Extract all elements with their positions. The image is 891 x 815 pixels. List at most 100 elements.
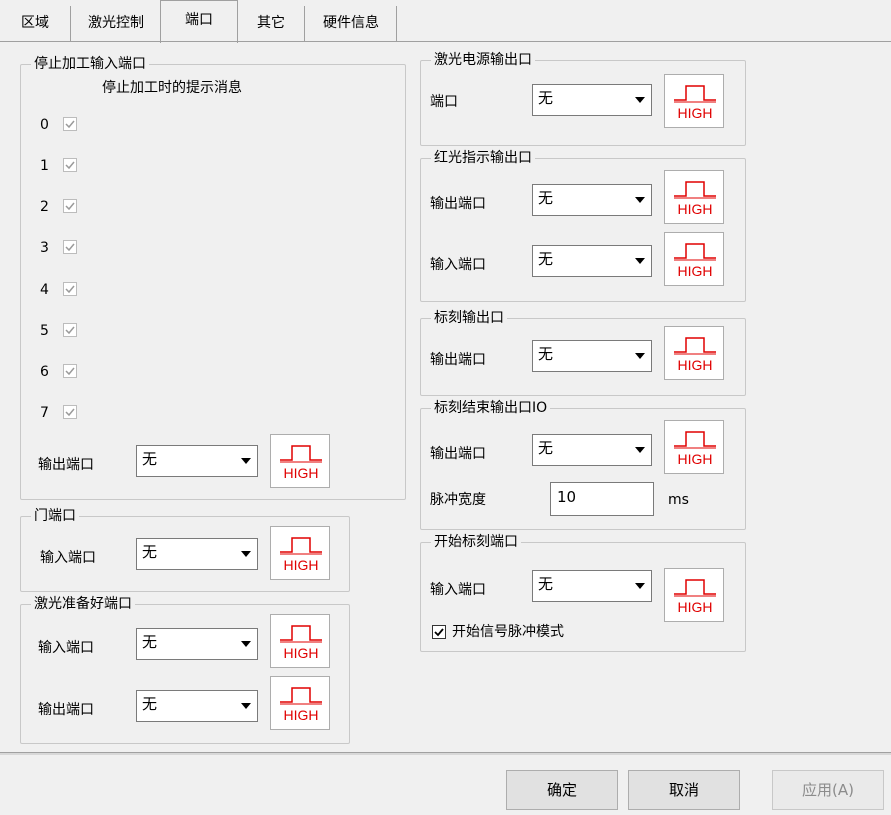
high-label: HIGH [284,645,319,661]
apply-button[interactable]: 应用(A) [772,770,884,810]
red-light-output-combo[interactable]: 无 [532,184,652,216]
chevron-down-icon [631,577,649,595]
door-title: 门端口 [31,506,79,526]
pulse-mode-checkbox[interactable] [432,625,446,639]
mark-output-combo[interactable]: 无 [532,340,652,372]
chevron-down-icon [631,347,649,365]
pulse-width-input[interactable]: 10 [550,482,654,516]
laser-ready-input-combo[interactable]: 无 [136,628,258,660]
laser-ready-output-high-button[interactable]: HIGH [270,676,330,730]
mark-output-high-button[interactable]: HIGH [664,326,724,380]
mark-output-label: 输出端口 [430,352,486,368]
high-signal-icon: HIGH [280,537,322,573]
laser-ready-input-high-button[interactable]: HIGH [270,614,330,668]
high-label: HIGH [678,263,713,279]
laser-power-port-combo[interactable]: 无 [532,84,652,116]
high-label: HIGH [678,357,713,373]
tab-hardware-info[interactable]: 硬件信息 [306,6,397,42]
stop-input-label-4: 4 [40,282,49,298]
stop-input-label-1: 1 [40,158,49,174]
stop-input-label-5: 5 [40,323,49,339]
high-signal-icon: HIGH [674,243,716,279]
tab-other[interactable]: 其它 [238,6,305,42]
chevron-down-icon [631,191,649,209]
tab-laser-control[interactable]: 激光控制 [72,6,161,42]
high-label: HIGH [284,707,319,723]
mark-start-input-combo[interactable]: 无 [532,570,652,602]
laser-ready-title: 激光准备好端口 [31,594,135,614]
cancel-button[interactable]: 取消 [628,770,740,810]
pulse-width-label: 脉冲宽度 [430,492,486,508]
stop-output-combo[interactable]: 无 [136,445,258,477]
stop-input-label-2: 2 [40,199,49,215]
laser-ready-output-combo[interactable]: 无 [136,690,258,722]
stop-input-checkbox-6[interactable] [63,364,77,378]
chevron-down-icon [631,441,649,459]
laser-power-high-button[interactable]: HIGH [664,74,724,128]
high-signal-icon: HIGH [674,85,716,121]
chevron-down-icon [237,545,255,563]
stop-input-checkbox-0[interactable] [63,117,77,131]
laser-ready-input-label: 输入端口 [38,640,94,656]
red-light-output-label: 输出端口 [430,196,486,212]
stop-input-label-0: 0 [40,117,49,133]
mark-end-high-button[interactable]: HIGH [664,420,724,474]
stop-input-checkbox-1[interactable] [63,158,77,172]
mark-start-input-label: 输入端口 [430,582,486,598]
stop-output-label: 输出端口 [38,457,94,473]
tab-divider [0,41,891,42]
high-signal-icon: HIGH [674,337,716,373]
stop-output-high-button[interactable]: HIGH [270,434,330,488]
mark-end-output-value: 无 [538,439,554,457]
pulse-mode-label: 开始信号脉冲模式 [452,624,564,640]
stop-input-checkbox-2[interactable] [63,199,77,213]
mark-end-output-label: 输出端口 [430,446,486,462]
red-light-input-combo[interactable]: 无 [532,245,652,277]
high-label: HIGH [678,599,713,615]
high-label: HIGH [284,557,319,573]
red-light-title: 红光指示输出口 [431,148,535,168]
mark-output-value: 无 [538,345,554,363]
stop-input-subtitle: 停止加工时的提示消息 [102,80,242,96]
mark-start-high-button[interactable]: HIGH [664,568,724,622]
stop-input-checkbox-3[interactable] [63,240,77,254]
red-light-input-value: 无 [538,250,554,268]
chevron-down-icon [237,697,255,715]
high-signal-icon: HIGH [674,579,716,615]
footer-separator [0,752,891,755]
door-input-label: 输入端口 [40,550,96,566]
mark-start-title: 开始标刻端口 [431,532,521,552]
door-input-combo[interactable]: 无 [136,538,258,570]
red-light-input-label: 输入端口 [430,257,486,273]
stop-input-checkbox-5[interactable] [63,323,77,337]
stop-input-title: 停止加工输入端口 [31,54,149,74]
high-signal-icon: HIGH [280,625,322,661]
high-label: HIGH [284,465,319,481]
laser-ready-input-value: 无 [142,633,158,651]
chevron-down-icon [631,91,649,109]
mark-start-input-value: 无 [538,575,554,593]
door-input-high-button[interactable]: HIGH [270,526,330,580]
stop-input-checkbox-7[interactable] [63,405,77,419]
laser-ready-output-label: 输出端口 [38,702,94,718]
high-label: HIGH [678,105,713,121]
mark-end-title: 标刻结束输出口IO [431,398,551,418]
laser-power-title: 激光电源输出口 [431,50,535,70]
stop-input-label-3: 3 [40,240,49,256]
tab-ports[interactable]: 端口 [160,0,238,43]
mark-output-title: 标刻输出口 [431,308,507,328]
pulse-width-unit: ms [668,492,689,508]
chevron-down-icon [237,635,255,653]
stop-output-value: 无 [142,450,158,468]
red-light-input-high-button[interactable]: HIGH [664,232,724,286]
stop-input-group: 停止加工输入端口 [20,54,406,500]
ok-button[interactable]: 确定 [506,770,618,810]
pulse-width-value: 10 [557,488,577,506]
stop-input-label-6: 6 [40,364,49,380]
stop-input-checkbox-4[interactable] [63,282,77,296]
mark-end-output-combo[interactable]: 无 [532,434,652,466]
red-light-output-high-button[interactable]: HIGH [664,170,724,224]
chevron-down-icon [237,452,255,470]
tab-region[interactable]: 区域 [0,6,71,42]
laser-power-port-label: 端口 [430,94,458,110]
